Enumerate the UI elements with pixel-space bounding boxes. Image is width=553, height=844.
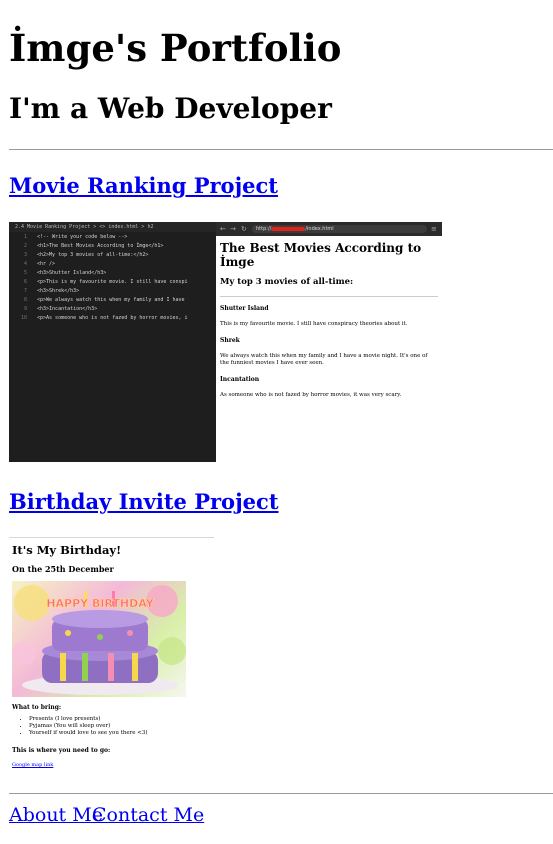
back-icon: ← <box>220 225 226 233</box>
code-line: <p>As someone who is not fazed by horror… <box>37 315 188 321</box>
page-subtitle: I'm a Web Developer <box>9 92 332 125</box>
code-line: <h1>The Best Movies According to İmge</h… <box>37 243 164 249</box>
movie-text: As someone who is not fazed by horror mo… <box>220 392 402 398</box>
movies-divider <box>220 296 438 297</box>
divider-bottom <box>9 793 553 794</box>
movies-heading: The Best Movies According to İmge <box>220 241 422 269</box>
movie-title: Incantation <box>220 376 260 383</box>
code-line: <h3>Shutter Island</h3> <box>37 270 107 276</box>
page-title: İmge's Portfolio <box>9 26 342 70</box>
birthday-heading: It's My Birthday! <box>12 543 122 557</box>
code-line: <h2>My top 3 movies of all-time:</h2> <box>37 252 149 258</box>
browser-page: The Best Movies According to İmge My top… <box>216 236 442 462</box>
contact-me-link[interactable]: Contact Me <box>92 804 204 826</box>
movie-ranking-project-link[interactable]: Movie Ranking Project <box>9 173 278 198</box>
code-line: <h3>Shrek</h3> <box>37 288 80 294</box>
movies-subheading: My top 3 movies of all-time: <box>220 277 354 287</box>
reload-icon: ↻ <box>241 225 247 233</box>
line-number: 1 <box>23 234 27 240</box>
redacted-host <box>271 226 306 231</box>
line-number: 2 <box>23 243 27 249</box>
line-number: 3 <box>23 252 27 258</box>
line-number: 5 <box>23 270 27 276</box>
list-item: Pyjamas (You will sleep over) <box>29 723 148 730</box>
line-number: 4 <box>23 261 27 267</box>
movie-ranking-screenshot[interactable]: 2.4 Movie Ranking Project > <> index.htm… <box>9 222 442 462</box>
url-suffix: /index.html <box>305 226 334 232</box>
code-line: <hr /> <box>37 261 56 267</box>
list-item: Presents (I love presents) <box>29 716 148 723</box>
movie-title: Shutter Island <box>220 305 269 312</box>
line-number: 9 <box>23 306 27 312</box>
google-map-link: Google map link <box>12 762 54 768</box>
bring-list: Presents (I love presents) Pyjamas (You … <box>29 716 148 737</box>
cake-topper-text: HAPPY BIRTHDAY <box>46 597 154 610</box>
code-line: <p>This is my favourite movie. I still h… <box>37 279 188 285</box>
menu-icon: ≡ <box>431 225 437 233</box>
line-number: 6 <box>23 279 27 285</box>
birthday-invite-project-link[interactable]: Birthday Invite Project <box>9 489 279 514</box>
bring-heading: What to bring: <box>12 704 62 711</box>
code-editor: 1 2 3 4 5 6 7 8 9 10 <!-- Write your cod… <box>9 232 216 462</box>
address-bar: http:// /index.html <box>252 225 427 233</box>
editor-breadcrumb: 2.4 Movie Ranking Project > <> index.htm… <box>9 222 216 232</box>
code-line: <p>We always watch this when my family a… <box>37 297 185 303</box>
birthday-invite-screenshot[interactable]: It's My Birthday! On the 25th December H… <box>9 537 214 773</box>
movie-title: Shrek <box>220 337 240 344</box>
code-line: <!-- Write your code below --> <box>37 234 128 240</box>
url-prefix: http:// <box>256 226 272 232</box>
forward-icon: → <box>230 225 236 233</box>
browser-toolbar: ← → ↻ http:// /index.html ≡ <box>216 222 442 236</box>
line-number: 8 <box>23 297 27 303</box>
line-number: 10 <box>20 315 27 321</box>
list-item: Yourself if would love to see you there … <box>29 730 148 737</box>
birthday-date: On the 25th December <box>12 564 114 574</box>
code-line: <h3>Incantation</h3> <box>37 306 98 312</box>
birthday-cake-image: HAPPY BIRTHDAY <box>12 581 186 697</box>
movie-text: We always watch this when my family and … <box>220 353 428 366</box>
line-number: 7 <box>23 288 27 294</box>
where-heading: This is where you need to go: <box>12 747 111 754</box>
cake-illustration: HAPPY BIRTHDAY <box>12 585 186 695</box>
divider-top <box>9 149 553 150</box>
movie-text: This is my favourite movie. I still have… <box>220 321 408 327</box>
about-me-link[interactable]: About Me <box>9 804 103 826</box>
